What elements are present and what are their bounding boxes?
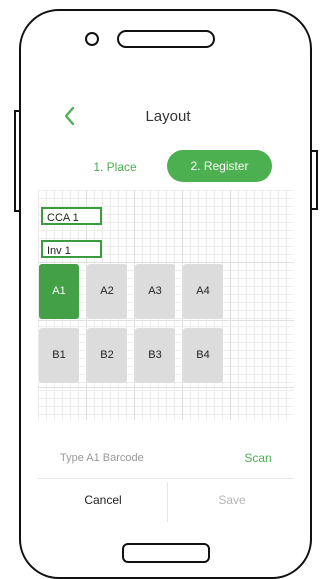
grid-divider xyxy=(38,320,294,321)
footer-button-divider xyxy=(167,482,168,522)
cancel-button[interactable]: Cancel xyxy=(60,493,146,507)
tab-place[interactable]: 1. Place xyxy=(60,152,170,182)
grid-divider xyxy=(38,387,294,388)
tab-register[interactable]: 2. Register xyxy=(167,150,272,182)
page-title: Layout xyxy=(145,108,191,125)
speaker-grille xyxy=(117,30,215,48)
slot-b4[interactable]: B4 xyxy=(183,328,223,383)
slot-b2[interactable]: B2 xyxy=(87,328,127,383)
rack-label-inv[interactable]: Inv 1 xyxy=(41,240,102,258)
slot-b1[interactable]: B1 xyxy=(39,328,79,383)
phone-side-button-right xyxy=(312,150,318,210)
save-button[interactable]: Save xyxy=(190,493,274,507)
slot-a2[interactable]: A2 xyxy=(87,264,127,319)
slot-a1[interactable]: A1 xyxy=(39,264,79,319)
scan-button[interactable]: Scan xyxy=(236,451,280,465)
footer-divider xyxy=(38,478,294,479)
slot-a4[interactable]: A4 xyxy=(183,264,223,319)
slot-a3[interactable]: A3 xyxy=(135,264,175,319)
grid-divider xyxy=(38,262,294,263)
chevron-left-icon[interactable] xyxy=(61,105,79,127)
slot-b3[interactable]: B3 xyxy=(135,328,175,383)
rack-label-cca[interactable]: CCA 1 xyxy=(41,207,102,225)
grid-divider xyxy=(230,190,231,420)
camera-icon xyxy=(85,32,99,46)
barcode-input[interactable] xyxy=(60,448,210,468)
home-button[interactable] xyxy=(122,543,210,563)
